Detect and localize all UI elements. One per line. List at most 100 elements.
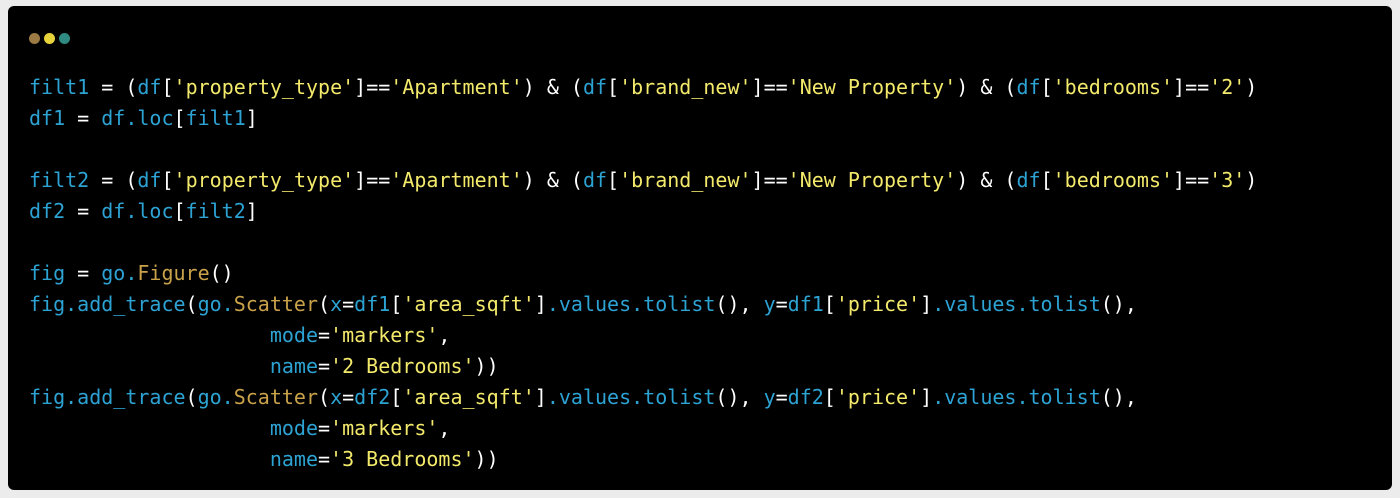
code-operator: ( — [185, 385, 198, 409]
code-string: 'brand_new' — [619, 75, 752, 99]
code-identifier: df1 — [787, 292, 824, 316]
code-operator: = — [65, 261, 102, 285]
code-identifier: go. — [197, 292, 234, 316]
code-identifier: filt2 — [29, 168, 90, 192]
code-operator: [ — [173, 199, 186, 223]
code-identifier: df2 — [29, 199, 66, 223]
code-operator: = — [318, 416, 331, 440]
code-operator: = — [318, 323, 331, 347]
code-operator: ( — [185, 292, 198, 316]
code-operator: = — [318, 354, 331, 378]
code-identifier: df — [582, 75, 608, 99]
code-function: Scatter — [233, 292, 319, 316]
code-operator: ) & ( — [522, 168, 583, 192]
code-identifier: mode — [269, 323, 318, 347]
code-identifier: df — [137, 75, 162, 99]
code-operator: ) & ( — [956, 75, 1017, 99]
code-identifier: x — [330, 385, 343, 409]
code-identifier: mode — [269, 416, 318, 440]
code-operator: ] — [245, 199, 258, 223]
code-line: df1 = df.loc[filt1] — [29, 103, 1257, 134]
code-string: 'Apartment' — [390, 168, 523, 192]
code-operator: ]== — [751, 168, 788, 192]
code-operator: [ — [607, 75, 620, 99]
code-identifier: go. — [197, 385, 234, 409]
code-operator — [29, 416, 270, 440]
code-operator: ) & ( — [522, 75, 583, 99]
code-operator: ] — [245, 106, 258, 130]
close-dot-icon[interactable] — [29, 33, 40, 44]
code-identifier: filt1 — [185, 106, 246, 130]
code-string: '3 Bedrooms' — [330, 447, 475, 471]
code-operator: ]== — [354, 75, 391, 99]
code-string: '2' — [1209, 75, 1246, 99]
code-operator: (), — [715, 385, 764, 409]
code-operator: , — [438, 416, 451, 440]
code-identifier: df.loc — [101, 199, 174, 223]
code-operator: [ — [607, 168, 620, 192]
code-line: mode='markers', — [29, 320, 1257, 351]
code-operator: = — [65, 199, 102, 223]
code-operator: [ — [161, 168, 174, 192]
code-operator: ] — [920, 385, 933, 409]
code-identifier: y — [763, 292, 776, 316]
code-operator: = — [775, 292, 788, 316]
code-string: 'Apartment' — [390, 75, 523, 99]
code-identifier: df — [1016, 168, 1041, 192]
code-operator: ] — [534, 385, 547, 409]
code-string: 'area_sqft' — [402, 292, 535, 316]
code-operator: = — [65, 106, 102, 130]
code-string: 'bedrooms' — [1052, 168, 1174, 192]
code-operator: ) — [1245, 168, 1258, 192]
code-line: fig.add_trace(go.Scatter(x=df2['area_sqf… — [29, 382, 1257, 413]
code-window: filt1 = (df['property_type']=='Apartment… — [8, 6, 1392, 490]
minimize-dot-icon[interactable] — [44, 33, 55, 44]
code-operator — [29, 354, 270, 378]
code-string: 'New Property' — [787, 168, 957, 192]
code-operator: = — [342, 385, 355, 409]
code-line: name='3 Bedrooms')) — [29, 444, 1257, 475]
code-identifier: df2 — [354, 385, 391, 409]
code-identifier: fig.add_trace — [29, 385, 186, 409]
code-operator — [29, 447, 270, 471]
code-operator: [ — [1040, 168, 1053, 192]
code-operator: = — [318, 447, 331, 471]
code-operator: ]== — [1173, 168, 1210, 192]
code-function: Scatter — [233, 385, 319, 409]
code-line: fig = go.Figure() — [29, 258, 1257, 289]
code-operator: ]== — [354, 168, 391, 192]
code-identifier: x — [330, 292, 343, 316]
code-identifier: .values.tolist — [932, 385, 1101, 409]
code-operator: ]== — [1173, 75, 1210, 99]
code-string: 'area_sqft' — [402, 385, 535, 409]
code-identifier: df1 — [354, 292, 391, 316]
code-line: name='2 Bedrooms')) — [29, 351, 1257, 382]
code-identifier: df2 — [787, 385, 824, 409]
code-string: 'bedrooms' — [1052, 75, 1174, 99]
code-identifier: name — [269, 447, 318, 471]
code-operator: ] — [920, 292, 933, 316]
code-operator — [29, 323, 270, 347]
code-operator: [ — [173, 106, 186, 130]
code-string: 'markers' — [330, 323, 439, 347]
code-identifier: .values.tolist — [546, 292, 716, 316]
code-operator: ] — [534, 292, 547, 316]
code-identifier: name — [269, 354, 318, 378]
code-operator: )) — [474, 447, 499, 471]
code-line: fig.add_trace(go.Scatter(x=df1['area_sqf… — [29, 289, 1257, 320]
code-operator: [ — [390, 385, 403, 409]
code-operator: , — [438, 323, 451, 347]
code-string: 'markers' — [330, 416, 439, 440]
code-operator: [ — [823, 292, 836, 316]
code-operator: [ — [161, 75, 174, 99]
code-operator: ) & ( — [956, 168, 1017, 192]
code-identifier: .values.tolist — [932, 292, 1101, 316]
code-identifier: df — [137, 168, 162, 192]
code-string: 'New Property' — [787, 75, 957, 99]
code-operator: ( — [318, 292, 331, 316]
zoom-dot-icon[interactable] — [59, 33, 70, 44]
code-string: 'price' — [835, 385, 921, 409]
code-line: df2 = df.loc[filt2] — [29, 196, 1257, 227]
